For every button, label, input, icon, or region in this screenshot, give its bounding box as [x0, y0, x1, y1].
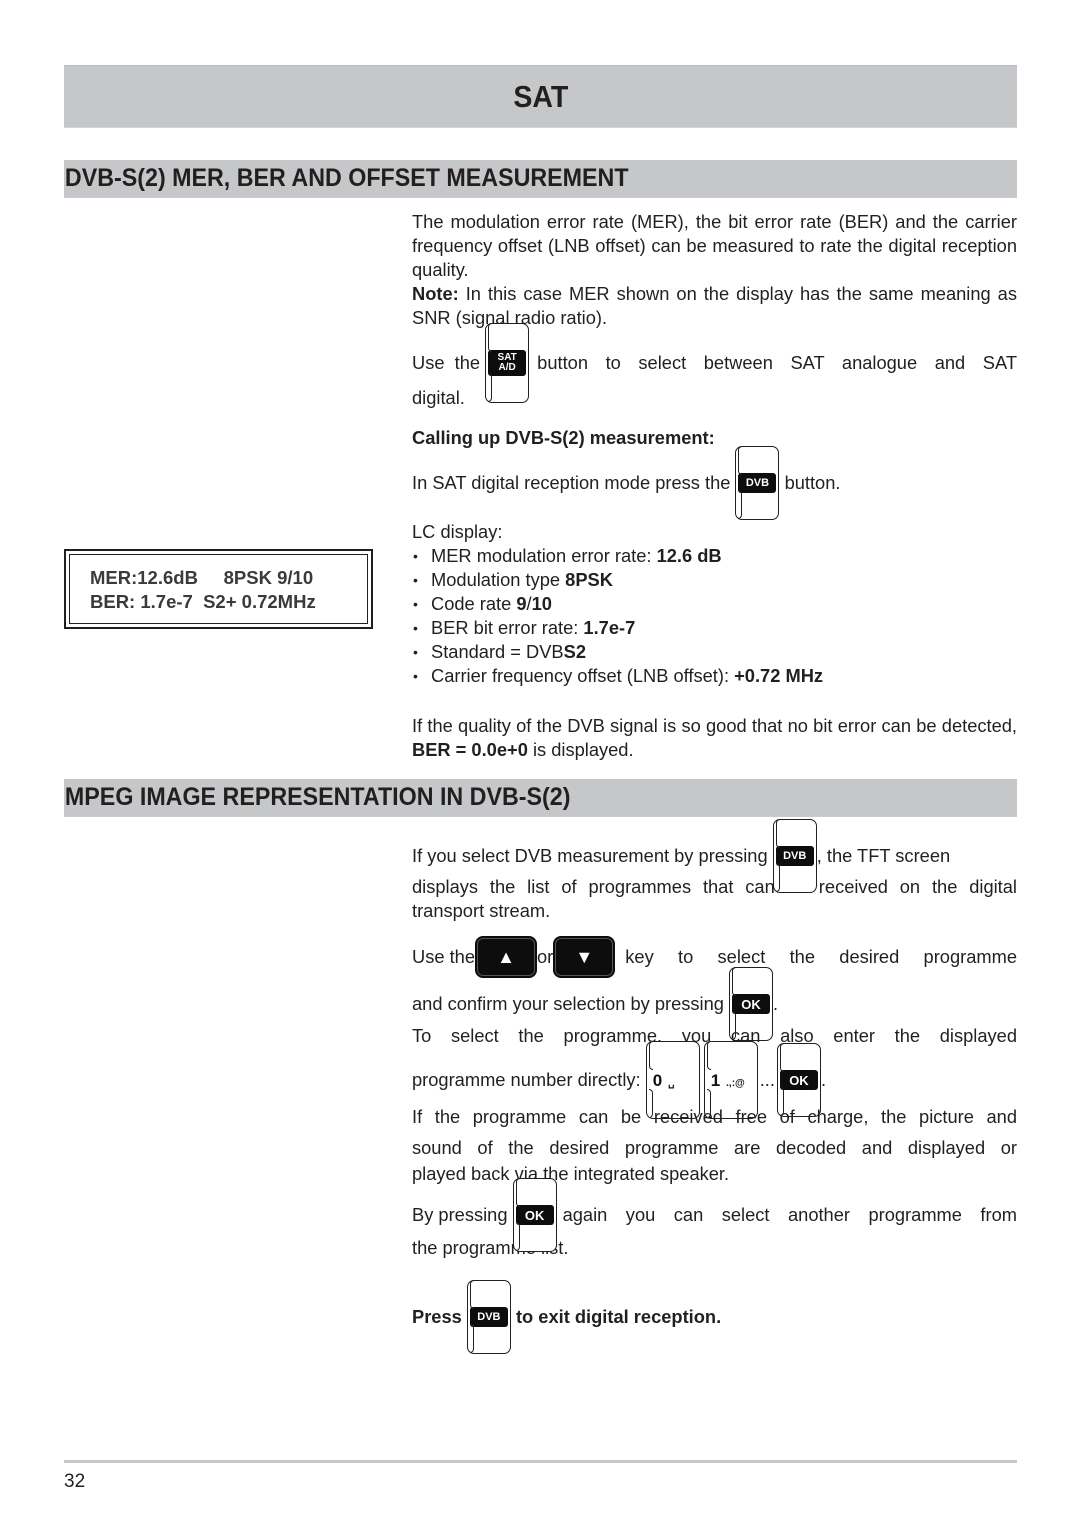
bullet-value: 9: [516, 593, 527, 614]
up-arrow-key-icon: ▲: [475, 936, 538, 978]
up-arrow-glyph: ▲: [475, 936, 538, 978]
no-error-value: BER = 0.0e+0: [412, 739, 528, 760]
no-error-text: If the quality of the DVB signal is so g…: [412, 715, 1017, 736]
bullet-standard: Standard = DVBS2: [412, 640, 1017, 664]
bullet-text: BER bit error rate:: [431, 617, 584, 638]
p5-after-text: again you can select another programme f…: [562, 1204, 1017, 1225]
bullet-text: Modulation type: [431, 569, 566, 590]
ok-key-icon: OK: [512, 1178, 557, 1252]
bullet-code-rate: Code rate 9/10: [412, 592, 1017, 616]
bullet-offset: Carrier frequency offset (LNB offset): +…: [412, 664, 1017, 688]
bullet-value: +0.72 MHz: [734, 665, 824, 686]
p3-end: .: [820, 1069, 827, 1090]
ellipsis: ...: [759, 1069, 775, 1090]
footer-divider: [64, 1460, 1017, 1463]
lc-display-bullets: MER modulation error rate: 12.6 dB Modul…: [412, 544, 1017, 688]
section-header-mpeg: MPEG IMAGE REPRESENTATION IN DVB-S(2): [64, 779, 1017, 817]
bullet-value: 8PSK: [565, 569, 613, 590]
p3-before-text: programme number directly:: [412, 1069, 646, 1090]
section2-p1: If you select DVB measurement by pressin…: [412, 819, 1017, 923]
note-label: Note:: [412, 283, 459, 304]
dvb-key-icon: DVB: [772, 819, 817, 893]
p1-line3: transport stream.: [412, 900, 551, 921]
ok-key-label: OK: [779, 1070, 818, 1090]
lc-display-label: LC display:: [412, 521, 503, 542]
chapter-title: SAT: [513, 78, 568, 114]
bullet-text: MER modulation error rate:: [431, 545, 657, 566]
p4-line2: sound of the desired programme are decod…: [412, 1137, 1017, 1158]
page-number: 32: [64, 1471, 86, 1492]
dvb-key-icon: DVB: [735, 446, 780, 520]
use-the-text: Use the: [412, 946, 476, 967]
use-after-text: button to select between SAT analogue an…: [537, 352, 1017, 373]
calling-heading-block: Calling up DVB-S(2) measurement:: [412, 426, 1017, 450]
key-select-text: key to select the desired programme: [625, 946, 1017, 967]
one-key-sublabel: .,:@: [726, 1077, 745, 1089]
bullet-value: 12.6 dB: [656, 545, 722, 566]
lc-display-description: LC display: MER modulation error rate: 1…: [412, 520, 1017, 688]
p6-before-text: Press: [412, 1306, 467, 1327]
calling-heading: Calling up DVB-S(2) measurement:: [412, 427, 715, 448]
down-arrow-key-icon: ▼: [553, 936, 616, 978]
bullet-text: Code rate: [431, 593, 517, 614]
section-header-measurement: DVB-S(2) MER, BER AND OFFSET MEASUREMENT: [64, 160, 1017, 198]
down-arrow-glyph: ▼: [553, 936, 616, 978]
section1-body: The modulation error rate (MER), the bit…: [412, 210, 1017, 330]
number-keys-line: programme number directly: 0 ␣ 1 .,:@ ... …: [412, 1041, 1017, 1119]
p5-line2: the programme list.: [412, 1237, 569, 1258]
section-title: DVB-S(2) MER, BER AND OFFSET MEASUREMENT: [64, 164, 629, 192]
confirm-line: and confirm your selection by pressing O…: [412, 967, 1017, 1041]
p4-line3: played back via the integrated speaker.: [412, 1163, 730, 1184]
bullet-value-2: 10: [531, 593, 552, 614]
use-before-text: Use the: [412, 352, 486, 373]
zero-key-sublabel: ␣: [668, 1077, 675, 1089]
section2-p5: By pressing OK again you can select anot…: [412, 1178, 1017, 1260]
dvb-key-label: DVB: [738, 473, 777, 493]
sat-ad-paragraph: Use the SAT A/D button to select between …: [412, 323, 1017, 410]
p1-after-text: , the TFT screen: [816, 845, 951, 866]
no-error-paragraph: If the quality of the DVB signal is so g…: [412, 714, 1017, 762]
lcd-display: MER:12.6dB 8PSK 9/10 BER: 1.7e-7 S2+ 0.7…: [64, 549, 373, 629]
dvb-key-label: DVB: [469, 1307, 508, 1327]
bullet-mer: MER modulation error rate: 12.6 dB: [412, 544, 1017, 568]
zero-key-label: 0: [652, 1070, 663, 1090]
ad-key-label: A/D: [498, 362, 516, 373]
lcd-row-1: MER:12.6dB 8PSK 9/10: [90, 567, 314, 588]
lcd-row-2: BER: 1.7e-7 S2+ 0.72MHz: [90, 591, 316, 612]
intro-paragraph: The modulation error rate (MER), the bit…: [412, 211, 1017, 280]
confirm-text: and confirm your selection by pressing: [412, 993, 730, 1014]
press-after-text: button.: [779, 472, 841, 493]
bullet-ber: BER bit error rate: 1.7e-7: [412, 616, 1017, 640]
bullet-value: 1.7e-7: [583, 617, 636, 638]
bullet-modulation: Modulation type 8PSK: [412, 568, 1017, 592]
section-title: MPEG IMAGE REPRESENTATION IN DVB-S(2): [64, 783, 571, 811]
dvb-key-label: DVB: [775, 846, 814, 866]
p1-before-text: If you select DVB measurement by pressin…: [412, 845, 773, 866]
bullet-text: Standard = DVB: [431, 641, 564, 662]
sat-ad-key-icon: SAT A/D: [485, 323, 530, 403]
note-text: In this case MER shown on the display ha…: [412, 283, 1017, 328]
p6-after-text: to exit digital reception.: [510, 1306, 722, 1327]
section2-p4: If the programme can be received free of…: [412, 1102, 1017, 1184]
confirm-end: .: [773, 993, 779, 1014]
one-key-label: 1: [710, 1070, 721, 1090]
p5-before-text: By pressing: [412, 1204, 513, 1225]
chapter-header: SAT: [64, 65, 1017, 128]
press-before-text: In SAT digital reception mode press the: [412, 472, 736, 493]
or-text: or: [537, 946, 554, 967]
p4-line1: If the programme can be received free of…: [412, 1106, 1017, 1127]
bullet-value: S2: [563, 641, 586, 662]
arrow-keys-line: Use the ▲ or ▼ key to select the desired…: [412, 934, 1017, 980]
bullet-text: Carrier frequency offset (LNB offset):: [431, 665, 735, 686]
ok-key-label: OK: [515, 1205, 554, 1225]
dvb-key-icon: DVB: [466, 1280, 511, 1354]
press-dvb-line: In SAT digital reception mode press the …: [412, 446, 1017, 520]
ok-key-label: OK: [732, 994, 771, 1014]
exit-instruction: Press DVB to exit digital reception.: [412, 1280, 1017, 1354]
no-error-tail: is displayed.: [527, 739, 634, 760]
p1-line2: displays the list of programmes that can…: [412, 876, 1017, 897]
